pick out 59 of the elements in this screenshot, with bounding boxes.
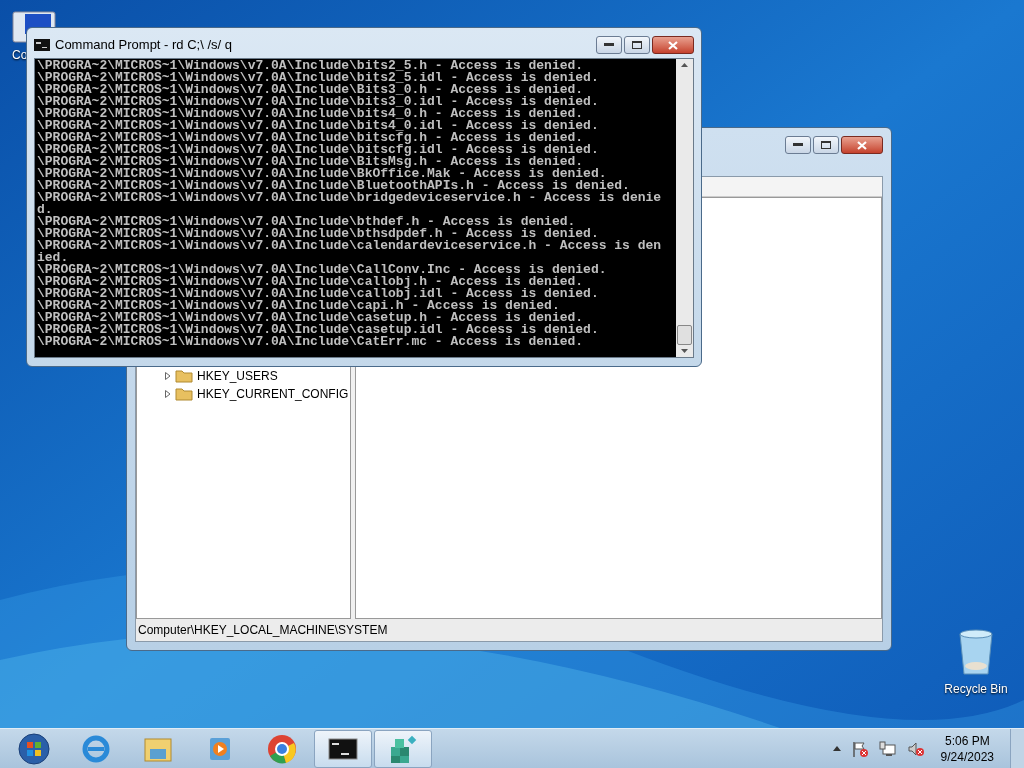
console-line: \PROGRA~2\MICROS~1\Windows\v7.0A\Include\callobj.idl - Access is denied. [37, 288, 600, 300]
maximize-button[interactable] [813, 136, 839, 154]
maximize-icon [632, 41, 642, 49]
minimize-icon [793, 143, 803, 147]
console-line: \PROGRA~2\MICROS~1\Windows\v7.0A\Include\bthdef.h - Access is denied. [37, 216, 576, 228]
console-line: \PROGRA~2\MICROS~1\Windows\v7.0A\Include\BkOffice.Mak - Access is denied. [37, 168, 607, 180]
console-line: \PROGRA~2\MICROS~1\Windows\v7.0A\Include\calendardeviceservice.h - Access is den [37, 240, 663, 252]
console-line: \PROGRA~2\MICROS~1\Windows\v7.0A\Include\bits3_0.idl - Access is denied. [37, 96, 600, 108]
scroll-up-icon[interactable] [681, 63, 688, 67]
console-line: \PROGRA~2\MICROS~1\Windows\v7.0A\Include\bridgedeviceservice.h - Access is denie [37, 192, 663, 204]
folder-icon [175, 387, 193, 401]
tree-item[interactable]: HKEY_USERS [197, 367, 278, 385]
taskbar-button[interactable] [314, 729, 372, 768]
trash-bin-icon[interactable] [957, 628, 995, 676]
speaker-muted-icon[interactable] [906, 740, 925, 757]
flag-error-icon[interactable] [850, 739, 869, 758]
maximize-button[interactable] [624, 36, 650, 54]
expand-arrow-icon[interactable] [165, 390, 171, 398]
start-button [18, 732, 50, 765]
console-line: \PROGRA~2\MICROS~1\Windows\v7.0A\Include\bits4_0.h - Access is denied. [37, 108, 584, 120]
minimize-button[interactable] [785, 136, 811, 154]
console-line: \PROGRA~2\MICROS~1\Windows\v7.0A\Include\CatErr.mc - Access is denied. [37, 336, 585, 348]
console-line: \PROGRA~2\MICROS~1\Windows\v7.0A\Include\bits4_0.idl - Access is denied. [37, 120, 600, 132]
minimize-icon [604, 43, 614, 47]
vertical-scrollbar[interactable] [676, 59, 693, 357]
show-hidden-icons-icon[interactable] [832, 746, 841, 751]
window-title: Command Prompt - rd C;\ /s/ q [55, 36, 233, 55]
network-icon[interactable] [878, 740, 897, 757]
console-icon [34, 39, 50, 51]
console-line: \PROGRA~2\MICROS~1\Windows\v7.0A\Include\casetup.h - Access is denied. [37, 312, 584, 324]
status-bar: Computer\HKEY_LOCAL_MACHINE\SYSTEM [136, 619, 882, 641]
console-line: \PROGRA~2\MICROS~1\Windows\v7.0A\Include\callobj.h - Access is denied. [37, 276, 584, 288]
close-button[interactable] [652, 36, 694, 54]
console-line: \PROGRA~2\MICROS~1\Windows\v7.0A\Include\Bits3_0.h - Access is denied. [37, 84, 584, 96]
console-line: \PROGRA~2\MICROS~1\Windows\v7.0A\Include\BitsMsg.h - Access is denied. [37, 156, 584, 168]
close-button[interactable] [841, 136, 883, 154]
console-line: \PROGRA~2\MICROS~1\Windows\v7.0A\Include\capi.h - Access is denied. [37, 300, 560, 312]
expand-arrow-icon[interactable] [165, 372, 171, 380]
tree-item[interactable]: HKEY_CURRENT_CONFIG [197, 385, 349, 403]
console-line: \PROGRA~2\MICROS~1\Windows\v7.0A\Include\bits2_5.h - Access is denied. [37, 60, 584, 72]
chrome-icon [266, 732, 298, 765]
console-line: \PROGRA~2\MICROS~1\Windows\v7.0A\Include\bits2_5.idl - Access is denied. [37, 72, 600, 84]
maximize-icon [821, 141, 831, 149]
close-icon [668, 40, 678, 50]
console-line: \PROGRA~2\MICROS~1\Windows\v7.0A\Include\CallConv.Inc - Access is denied. [37, 264, 608, 276]
console-line: d. [37, 204, 53, 216]
clock[interactable]: 5:06 PM 9/24/2023 [934, 732, 1000, 765]
scroll-down-icon[interactable] [681, 349, 688, 353]
console-line: \PROGRA~2\MICROS~1\Windows\v7.0A\Include\bthsdpdef.h - Access is denied. [37, 228, 599, 240]
console-line: \PROGRA~2\MICROS~1\Windows\v7.0A\Include\bitscfg.idl - Access is denied. [37, 144, 600, 156]
console-line: ied. [37, 252, 69, 264]
console-line: \PROGRA~2\MICROS~1\Windows\v7.0A\Include\bitscfg.h - Access is denied. [37, 132, 584, 144]
minimize-button[interactable] [596, 36, 622, 54]
scroll-thumb[interactable] [677, 325, 692, 345]
close-icon [857, 140, 867, 150]
console-line: \PROGRA~2\MICROS~1\Windows\v7.0A\Include\BluetoothAPIs.h - Access is denied. [37, 180, 630, 192]
icon-label[interactable]: Recycle Bin [944, 680, 1008, 698]
console-line: \PROGRA~2\MICROS~1\Windows\v7.0A\Include\casetup.idl - Access is denied. [37, 324, 600, 336]
folder-icon [175, 369, 193, 383]
